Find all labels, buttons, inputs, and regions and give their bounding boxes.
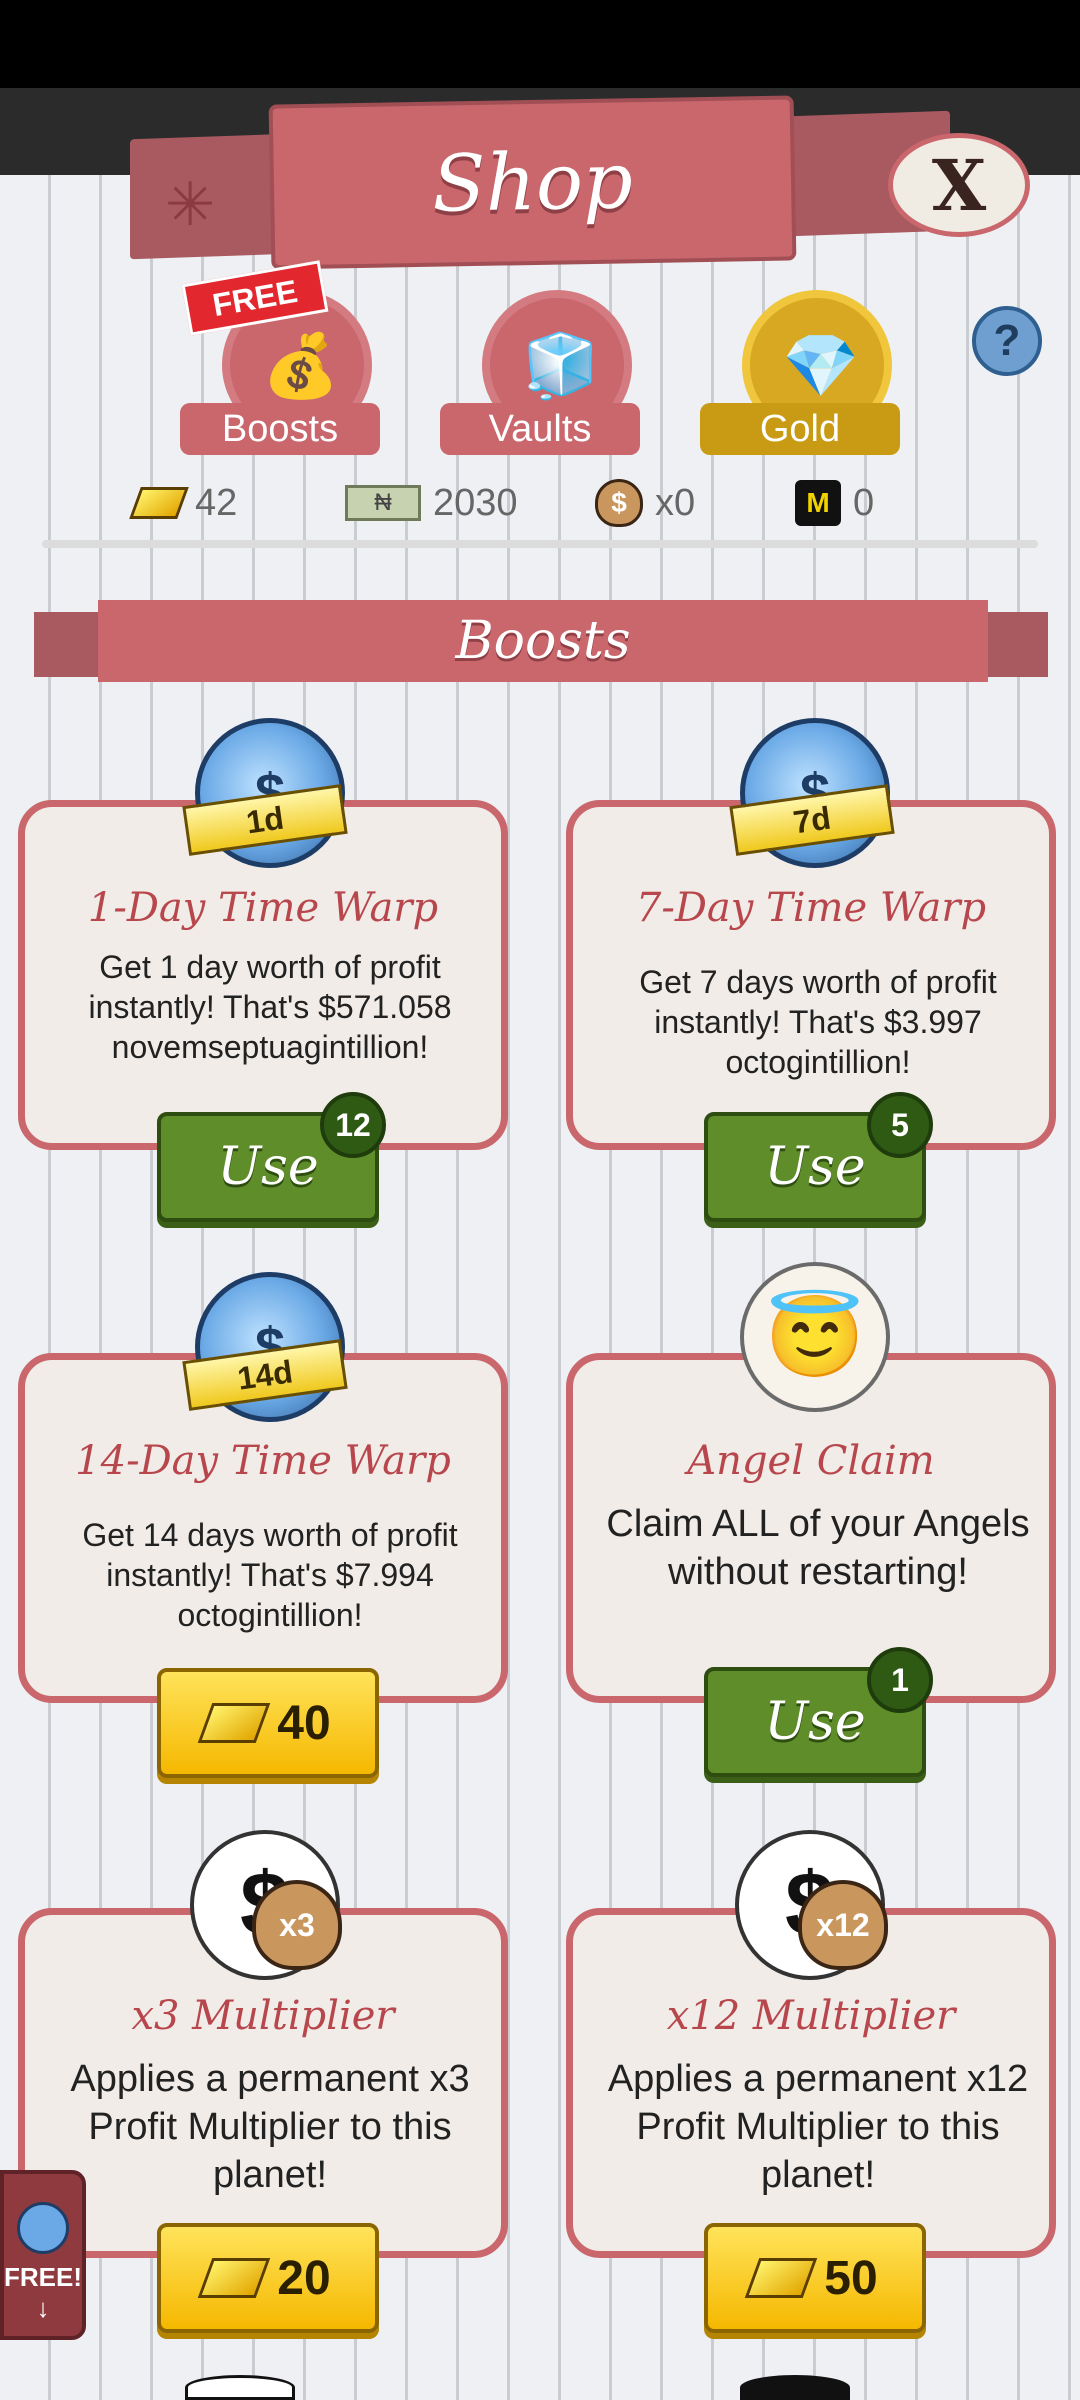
card-description: Claim ALL of your Angels without restart… [606,1503,1030,1593]
currency-money-bags: $ x0 [595,478,695,528]
help-icon: ? [993,316,1021,365]
boost-bag-icon [17,2202,69,2254]
money-bag-icon: x12 [798,1880,888,1970]
count-badge: 5 [867,1092,933,1158]
tab-gold[interactable]: 💎 Gold [700,290,900,455]
card-description: Get 7 days worth of profit instantly! Th… [639,964,997,1080]
card-description: Get 1 day worth of profit instantly! Tha… [88,949,452,1065]
close-button[interactable]: X [888,133,1030,237]
card-title: 7-Day Time Warp [635,885,987,931]
currency-gold: 42 [129,478,238,528]
card-description: Applies a permanent x12 Profit Multiplie… [607,2058,1029,2196]
money-bag-icon: $ [595,479,643,527]
count-badge: 12 [320,1092,386,1158]
help-button[interactable]: ? [972,306,1042,376]
tab-vaults[interactable]: 🧊 Vaults [440,290,640,455]
currency-value: x0 [655,481,696,524]
count-badge: 1 [867,1647,933,1713]
buy-with-gold-button[interactable]: 50 [704,2223,926,2333]
card-title: 14-Day Time Warp [75,1438,451,1484]
next-item-icon-peek [740,2375,850,2400]
status-bar [0,0,1080,88]
side-tab-label: FREE! [4,2262,82,2292]
gold-gem-icon [745,2258,818,2298]
section-banner: Boosts [98,600,988,682]
price-label: 50 [824,2251,878,2305]
card-description: Applies a permanent x3 Profit Multiplier… [70,2058,470,2196]
section-title: Boosts [455,611,631,671]
currency-mega-bucks: ₦ 2030 [345,478,518,528]
card-title: x3 Multiplier [131,1993,395,2039]
starburst-decoration: ✳ [165,171,216,238]
tab-label: Boosts [180,403,380,455]
angel-icon: 😇 [740,1262,890,1412]
price-label: 40 [277,1696,331,1750]
money-bag-icon: x3 [252,1880,342,1970]
currency-value: 0 [853,481,875,524]
mega-bucks-icon: ₦ [345,485,421,521]
currency-megatickets: M 0 [795,478,874,528]
tab-label: Vaults [440,403,640,455]
title-banner: Shop [268,95,797,270]
buy-with-gold-button[interactable]: 40 [157,1668,379,1778]
card-title: Angel Claim [687,1438,935,1484]
vault-icon: 🧊 [522,332,600,401]
gold-gem-icon [198,2258,271,2298]
next-item-icon-peek [185,2375,295,2400]
gold-gem-icon [198,1703,271,1743]
gold-gem-icon: 💎 [782,332,860,401]
card-title: 1-Day Time Warp [87,885,439,931]
price-label: 20 [277,2251,331,2305]
close-icon: X [931,143,987,227]
divider [42,540,1038,548]
gold-gem-icon [129,487,189,519]
megaticket-icon: M [795,480,841,526]
tab-label: Gold [700,403,900,455]
page-title: Shop [431,135,634,230]
currency-value: 2030 [433,481,518,524]
boost-bag-icon: 💰 [262,332,340,401]
card-title: x12 Multiplier [666,1993,956,2039]
arrow-down-icon: ↓ [36,2293,50,2323]
free-boost-side-tab[interactable]: FREE! ↓ [0,2170,86,2340]
buy-with-gold-button[interactable]: 20 [157,2223,379,2333]
card-description: Get 14 days worth of profit instantly! T… [82,1517,458,1633]
currency-value: 42 [195,481,238,524]
